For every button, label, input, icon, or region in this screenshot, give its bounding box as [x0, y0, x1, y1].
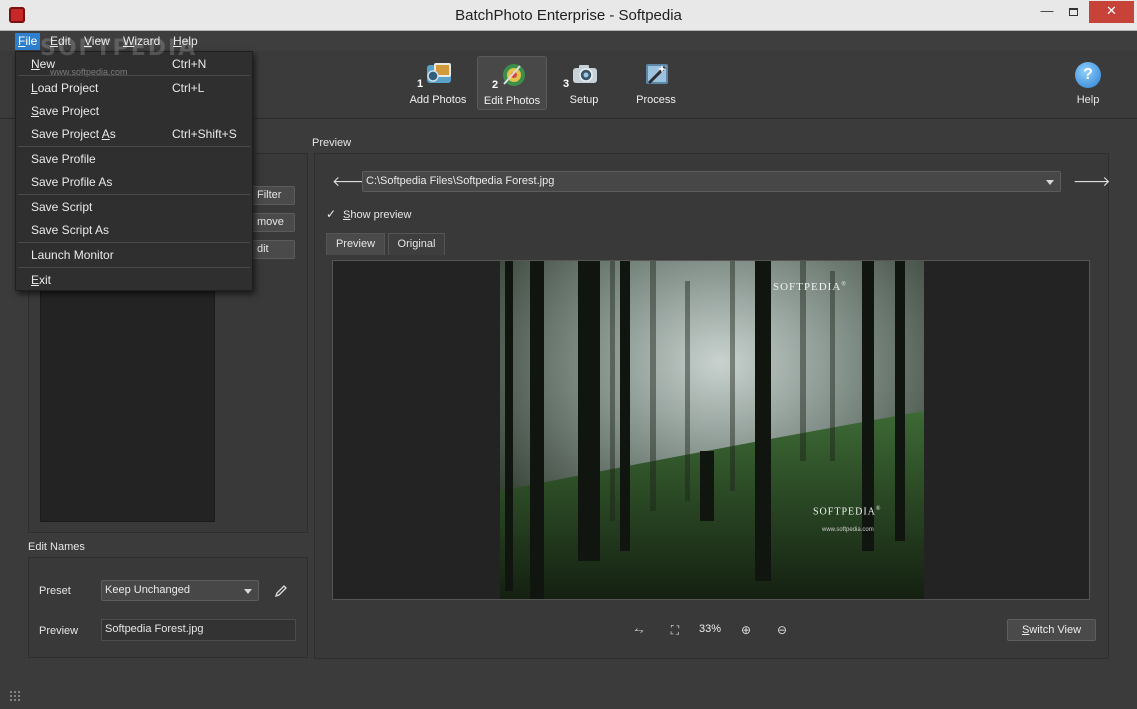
setup-label: Setup — [569, 94, 599, 106]
image-watermark-top: SOFTPEDIA® — [773, 281, 847, 293]
step-number: 1 — [417, 78, 424, 90]
menu-separator — [18, 146, 250, 147]
preset-label: Preset — [39, 585, 71, 597]
help-question-icon: ? — [1075, 62, 1101, 88]
preview-image: SOFTPEDIA® SOFTPEDIA® www.softpedia.com — [500, 261, 924, 599]
process-label: Process — [636, 94, 676, 106]
help-label: Help — [1076, 94, 1100, 106]
switch-view-button[interactable]: Switch View — [1007, 619, 1096, 641]
close-button[interactable]: ✕ — [1089, 1, 1134, 23]
setup-camera-icon — [573, 65, 597, 83]
step-number: 2 — [492, 79, 499, 91]
menu-file[interactable]: File — [15, 33, 41, 50]
menu-item-save-project-as[interactable]: Save Project As Ctrl+Shift+S — [16, 123, 252, 145]
file-menu-dropdown: SOFTPEDIA www.softpedia.com New Ctrl+N L… — [15, 36, 253, 291]
zoom-in-icon[interactable]: ⊕ — [738, 622, 754, 638]
edit-photos-icon — [503, 64, 525, 86]
show-preview-checkbox[interactable]: ✓ — [326, 208, 339, 221]
photo-list[interactable] — [40, 260, 215, 522]
process-button[interactable]: Process — [621, 56, 691, 110]
add-photos-button[interactable]: 1 Add Photos — [403, 56, 473, 110]
show-preview-label: Show preview — [343, 209, 412, 221]
menu-item-new[interactable]: New Ctrl+N — [16, 53, 252, 75]
menu-item-launch-monitor[interactable]: Launch Monitor — [16, 244, 252, 266]
chevron-down-icon — [244, 589, 252, 594]
preset-dropdown[interactable]: Keep Unchanged — [101, 580, 259, 601]
step-number: 3 — [563, 78, 570, 90]
pencil-icon[interactable] — [274, 584, 288, 598]
image-watermark-bottom: SOFTPEDIA® — [813, 506, 882, 518]
tab-preview[interactable]: Preview — [326, 233, 385, 255]
maximize-button[interactable] — [1062, 1, 1084, 23]
add-photos-label: Add Photos — [409, 94, 467, 106]
menu-separator — [18, 267, 250, 268]
previous-arrow-icon[interactable]: 🡐 — [332, 173, 370, 189]
actual-size-icon[interactable]: ⛶ — [667, 622, 683, 638]
menu-item-save-script[interactable]: Save Script — [16, 196, 252, 218]
process-wand-icon — [646, 64, 668, 85]
menu-item-save-project[interactable]: Save Project — [16, 100, 252, 122]
name-preview-field: Softpedia Forest.jpg — [101, 619, 296, 641]
menu-separator — [18, 194, 250, 195]
preview-section-title: Preview — [312, 137, 352, 149]
resize-grip[interactable] — [9, 690, 21, 702]
edit-names-panel — [28, 557, 308, 658]
filter-button[interactable]: Filter — [246, 186, 295, 205]
edit-photos-label: Edit Photos — [483, 95, 541, 107]
menu-item-load-project[interactable]: Load Project Ctrl+L — [16, 77, 252, 99]
minimize-button[interactable]: — — [1036, 1, 1058, 23]
next-arrow-icon[interactable]: 🡒 — [1073, 173, 1111, 189]
edit-photos-button[interactable]: 2 Edit Photos — [477, 56, 547, 110]
menu-item-save-script-as[interactable]: Save Script As — [16, 219, 252, 241]
help-button[interactable]: ? Help — [1067, 56, 1109, 110]
image-watermark-url: www.softpedia.com — [822, 527, 874, 533]
name-preview-label: Preview — [39, 625, 79, 637]
add-photos-icon — [427, 63, 451, 83]
tab-original[interactable]: Original — [388, 233, 445, 255]
setup-button[interactable]: 3 Setup — [549, 56, 619, 110]
edit-names-title: Edit Names — [28, 541, 85, 553]
menu-item-save-profile[interactable]: Save Profile — [16, 148, 252, 170]
title-bar: BatchPhoto Enterprise - Softpedia — ✕ — [0, 0, 1137, 31]
remove-button[interactable]: move — [246, 213, 295, 232]
forest-image — [500, 261, 924, 599]
window-title: BatchPhoto Enterprise - Softpedia — [455, 7, 682, 24]
file-path-dropdown[interactable]: C:\Softpedia Files\Softpedia Forest.jpg — [362, 171, 1061, 192]
zoom-out-icon[interactable]: ⊖ — [774, 622, 790, 638]
menu-separator — [18, 242, 250, 243]
menu-item-exit[interactable]: Exit — [16, 269, 252, 291]
zoom-level: 33% — [699, 623, 722, 635]
chevron-down-icon — [1046, 180, 1054, 185]
fit-to-window-icon[interactable]: ⥊ — [631, 622, 647, 638]
edit-button[interactable]: dit — [246, 240, 295, 259]
menu-separator — [18, 75, 250, 76]
menu-item-save-profile-as[interactable]: Save Profile As — [16, 171, 252, 193]
